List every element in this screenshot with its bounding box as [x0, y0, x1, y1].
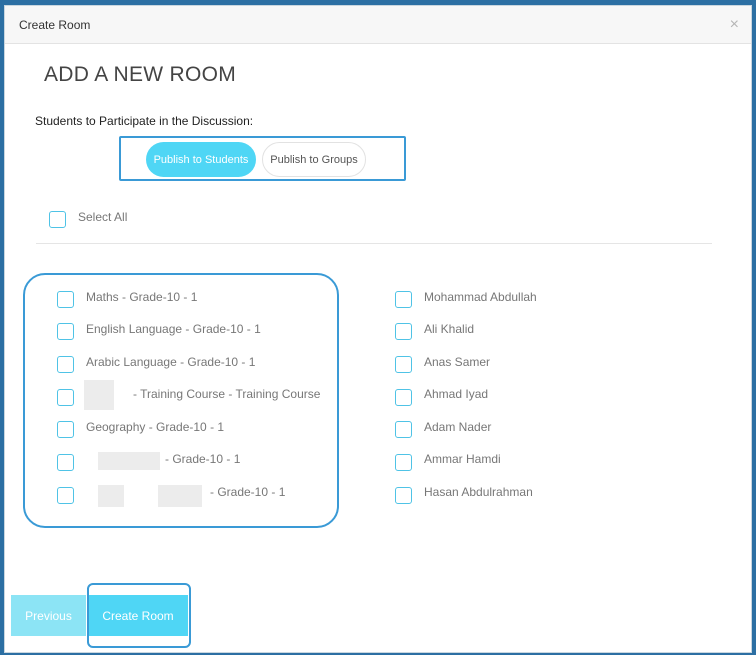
publish-to-groups-button[interactable]: Publish to Groups [262, 142, 366, 177]
group-checkbox[interactable] [57, 323, 74, 340]
group-label: Maths - Grade-10 - 1 [86, 290, 198, 304]
student-name: Hasan Abdulrahman [424, 485, 533, 499]
participants-label: Students to Participate in the Discussio… [35, 114, 254, 128]
student-name: Adam Nader [424, 420, 492, 434]
group-label: - Training Course - Training Course [133, 387, 321, 401]
page-heading: ADD A NEW ROOM [44, 63, 237, 86]
student-checkbox[interactable] [395, 356, 412, 373]
close-icon[interactable]: × [730, 17, 739, 33]
redacted-block [98, 452, 160, 470]
create-room-highlight [87, 583, 191, 648]
publish-to-students-button[interactable]: Publish to Students [146, 142, 256, 177]
student-name: Ahmad Iyad [424, 387, 489, 401]
student-checkbox[interactable] [395, 487, 412, 504]
group-label: Arabic Language - Grade-10 - 1 [86, 355, 256, 369]
student-name: Ammar Hamdi [424, 452, 501, 466]
group-checkbox[interactable] [57, 291, 74, 308]
select-all-checkbox[interactable] [49, 211, 66, 228]
group-label: - Grade-10 - 1 [165, 452, 241, 466]
redacted-block [158, 485, 202, 507]
student-checkbox[interactable] [395, 389, 412, 406]
select-all-label: Select All [78, 210, 128, 224]
group-label: English Language - Grade-10 - 1 [86, 322, 261, 336]
student-checkbox[interactable] [395, 323, 412, 340]
student-checkbox[interactable] [395, 421, 412, 438]
group-checkbox[interactable] [57, 389, 74, 406]
redacted-block [98, 485, 124, 507]
group-checkbox[interactable] [57, 487, 74, 504]
modal-title: Create Room [19, 18, 91, 32]
student-name: Anas Samer [424, 355, 491, 369]
group-label: Geography - Grade-10 - 1 [86, 420, 225, 434]
divider [36, 243, 712, 244]
group-checkbox[interactable] [57, 356, 74, 373]
student-checkbox[interactable] [395, 291, 412, 308]
group-label: - Grade-10 - 1 [210, 485, 286, 499]
redacted-block [84, 380, 114, 410]
student-name: Mohammad Abdullah [424, 290, 537, 304]
modal-header: Create Room × [5, 6, 751, 44]
group-checkbox[interactable] [57, 421, 74, 438]
student-checkbox[interactable] [395, 454, 412, 471]
previous-button[interactable]: Previous [11, 595, 86, 636]
student-name: Ali Khalid [424, 322, 475, 336]
group-checkbox[interactable] [57, 454, 74, 471]
